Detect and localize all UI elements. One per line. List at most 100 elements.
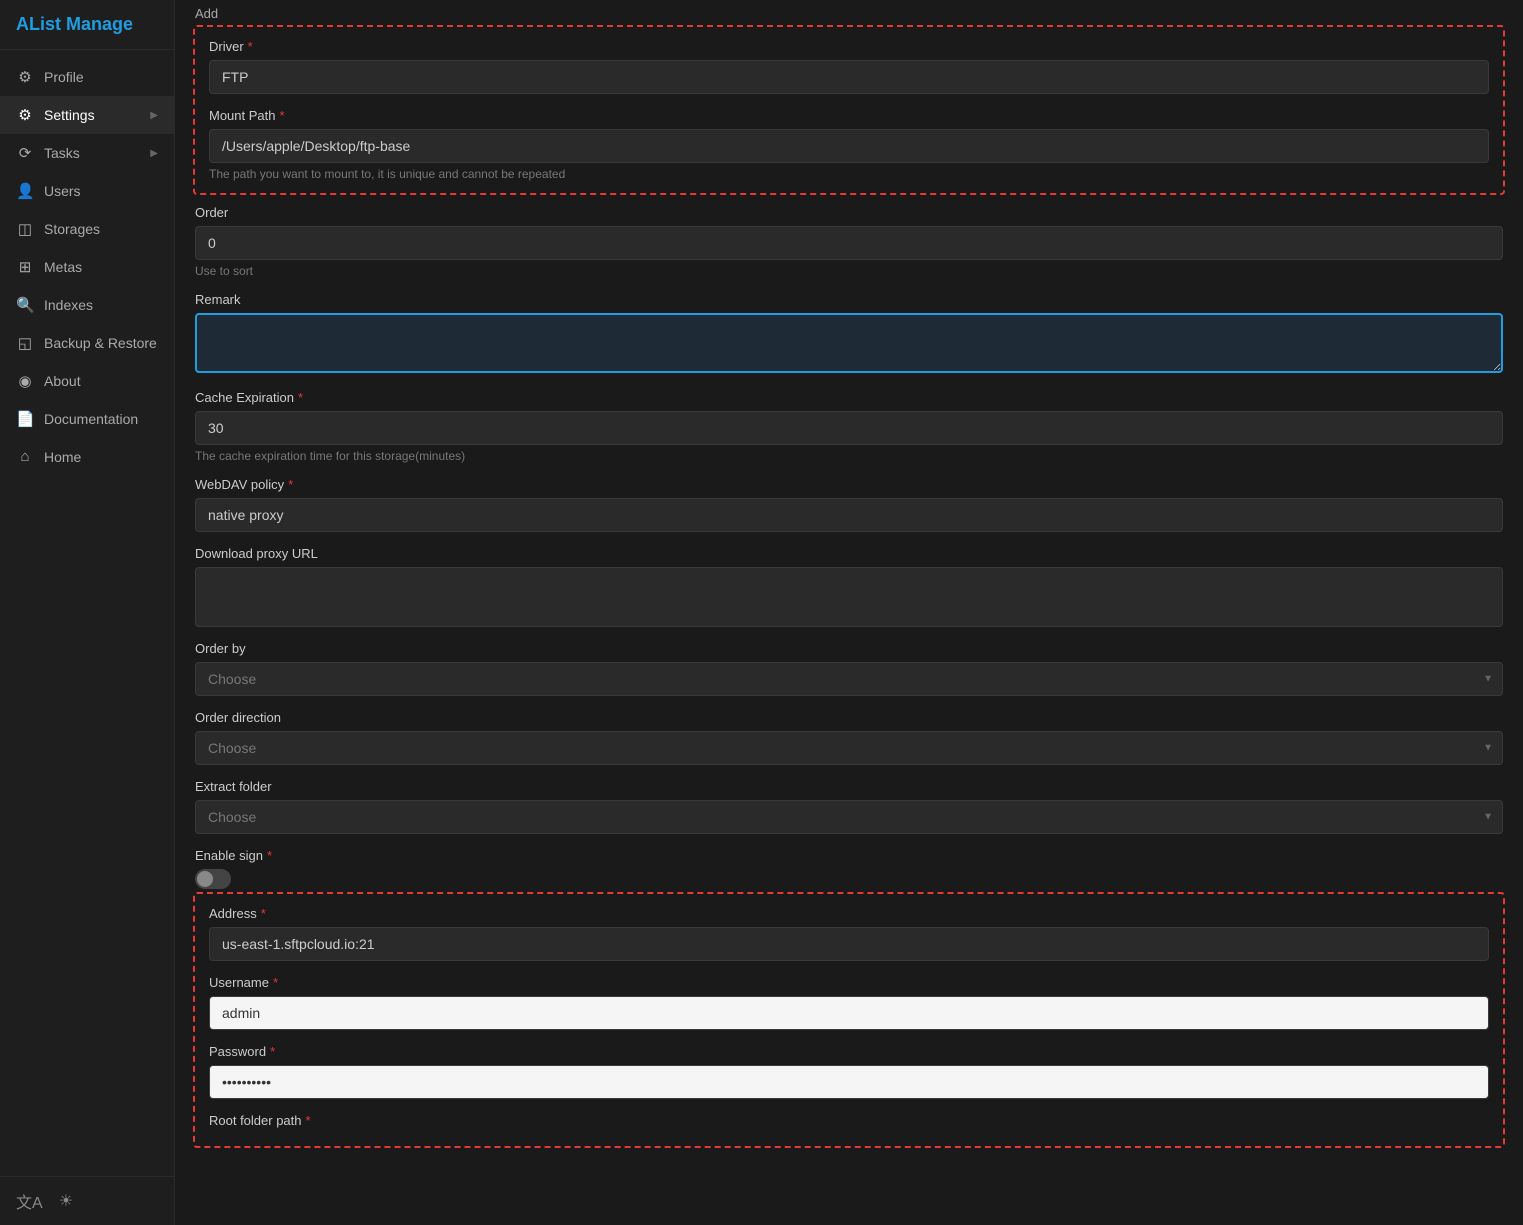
backup-icon: ◱ bbox=[16, 334, 34, 352]
extract-folder-field-group: Extract folder Choose bbox=[195, 779, 1503, 834]
enable-sign-toggle[interactable] bbox=[195, 869, 231, 889]
mount-path-label: Mount Path * bbox=[209, 108, 1489, 123]
sidebar-item-label: Users bbox=[44, 183, 158, 199]
remark-textarea[interactable] bbox=[195, 313, 1503, 373]
sidebar-item-label: Home bbox=[44, 449, 158, 465]
order-field-group: Order Use to sort bbox=[195, 205, 1503, 278]
sidebar-bottom: 文A ☀ bbox=[0, 1176, 174, 1225]
sidebar-item-label: Tasks bbox=[44, 145, 140, 161]
sidebar-item-metas[interactable]: ⊞ Metas bbox=[0, 248, 174, 286]
sidebar-item-label: Storages bbox=[44, 221, 158, 237]
sidebar-item-label: About bbox=[44, 373, 158, 389]
sidebar-item-label: Indexes bbox=[44, 297, 158, 313]
theme-toggle-icon[interactable]: ☀ bbox=[59, 1191, 73, 1211]
cache-expiration-label: Cache Expiration * bbox=[195, 390, 1503, 405]
sidebar-nav: ⚙ Profile ⚙ Settings ▶ ⟳ Tasks ▶ 👤 Users… bbox=[0, 50, 174, 1176]
driver-label: Driver * bbox=[209, 39, 1489, 54]
sidebar-item-tasks[interactable]: ⟳ Tasks ▶ bbox=[0, 134, 174, 172]
extract-folder-label: Extract folder bbox=[195, 779, 1503, 794]
webdav-policy-input[interactable] bbox=[195, 498, 1503, 532]
order-label: Order bbox=[195, 205, 1503, 220]
profile-icon: ⚙ bbox=[16, 68, 34, 86]
main-content: Add Driver * Mount Path * The path you w… bbox=[175, 0, 1523, 1225]
bottom-section-wrapper: Address * Username * Password * bbox=[175, 892, 1523, 1168]
webdav-policy-label: WebDAV policy * bbox=[195, 477, 1503, 492]
chevron-right-icon: ▶ bbox=[150, 148, 158, 159]
sidebar-item-label: Metas bbox=[44, 259, 158, 275]
mount-path-required-marker: * bbox=[280, 108, 285, 123]
sidebar-item-label: Profile bbox=[44, 69, 158, 85]
enable-sign-field-group: Enable sign * bbox=[195, 848, 1503, 892]
order-by-select-wrapper: Choose bbox=[195, 662, 1503, 696]
password-input[interactable] bbox=[209, 1065, 1489, 1099]
order-by-select[interactable]: Choose bbox=[195, 662, 1503, 696]
sidebar-item-label: Settings bbox=[44, 107, 140, 123]
metas-icon: ⊞ bbox=[16, 258, 34, 276]
webdav-required-marker: * bbox=[288, 477, 293, 492]
chevron-right-icon: ▶ bbox=[150, 110, 158, 121]
root-folder-path-field-group: Root folder path * bbox=[209, 1113, 1489, 1128]
cache-hint: The cache expiration time for this stora… bbox=[195, 449, 1503, 463]
sidebar-item-about[interactable]: ◉ About bbox=[0, 362, 174, 400]
order-direction-label: Order direction bbox=[195, 710, 1503, 725]
user-icon: 👤 bbox=[16, 182, 34, 200]
sidebar-item-documentation[interactable]: 📄 Documentation bbox=[0, 400, 174, 438]
extract-folder-select[interactable]: Choose bbox=[195, 800, 1503, 834]
sidebar-item-users[interactable]: 👤 Users bbox=[0, 172, 174, 210]
sidebar-item-profile[interactable]: ⚙ Profile bbox=[0, 58, 174, 96]
driver-required-marker: * bbox=[248, 39, 253, 54]
download-proxy-url-label: Download proxy URL bbox=[195, 546, 1503, 561]
order-section: Order Use to sort Remark Cache Expiratio… bbox=[175, 195, 1523, 892]
enable-sign-label: Enable sign * bbox=[195, 848, 1503, 863]
address-input[interactable] bbox=[209, 927, 1489, 961]
indexes-icon: 🔍 bbox=[16, 296, 34, 314]
cache-expiration-input[interactable] bbox=[195, 411, 1503, 445]
username-label: Username * bbox=[209, 975, 1489, 990]
storage-icon: ◫ bbox=[16, 220, 34, 238]
remark-label: Remark bbox=[195, 292, 1503, 307]
toggle-slider bbox=[195, 869, 231, 889]
tasks-icon: ⟳ bbox=[16, 144, 34, 162]
address-label: Address * bbox=[209, 906, 1489, 921]
sidebar-item-indexes[interactable]: 🔍 Indexes bbox=[0, 286, 174, 324]
enable-sign-required-marker: * bbox=[267, 848, 272, 863]
download-proxy-url-input[interactable] bbox=[195, 567, 1503, 627]
order-input[interactable] bbox=[195, 226, 1503, 260]
sidebar: AList Manage ⚙ Profile ⚙ Settings ▶ ⟳ Ta… bbox=[0, 0, 175, 1225]
mount-path-hint: The path you want to mount to, it is uni… bbox=[209, 167, 1489, 181]
remark-field-group: Remark bbox=[195, 292, 1503, 376]
sidebar-item-label: Backup & Restore bbox=[44, 335, 158, 351]
cache-required-marker: * bbox=[298, 390, 303, 405]
extract-folder-select-wrapper: Choose bbox=[195, 800, 1503, 834]
address-required-marker: * bbox=[261, 906, 266, 921]
mount-path-field-group: Mount Path * The path you want to mount … bbox=[209, 108, 1489, 181]
username-required-marker: * bbox=[273, 975, 278, 990]
username-input[interactable] bbox=[209, 996, 1489, 1030]
sidebar-item-settings[interactable]: ⚙ Settings ▶ bbox=[0, 96, 174, 134]
top-area: Add Driver * Mount Path * The path you w… bbox=[175, 0, 1523, 195]
top-red-border-section: Driver * Mount Path * The path you want … bbox=[193, 25, 1505, 195]
username-field-group: Username * bbox=[209, 975, 1489, 1030]
sidebar-item-home[interactable]: ⌂ Home bbox=[0, 438, 174, 475]
driver-field-group: Driver * bbox=[209, 39, 1489, 94]
download-proxy-url-field-group: Download proxy URL bbox=[195, 546, 1503, 627]
add-label: Add bbox=[195, 0, 1503, 25]
sidebar-item-storages[interactable]: ◫ Storages bbox=[0, 210, 174, 248]
order-direction-select[interactable]: Choose bbox=[195, 731, 1503, 765]
order-direction-select-wrapper: Choose bbox=[195, 731, 1503, 765]
password-label: Password * bbox=[209, 1044, 1489, 1059]
sidebar-item-backup[interactable]: ◱ Backup & Restore bbox=[0, 324, 174, 362]
bottom-red-border-section: Address * Username * Password * bbox=[193, 892, 1505, 1148]
settings-icon: ⚙ bbox=[16, 106, 34, 124]
root-folder-path-label: Root folder path * bbox=[209, 1113, 1489, 1128]
order-direction-field-group: Order direction Choose bbox=[195, 710, 1503, 765]
address-field-group: Address * bbox=[209, 906, 1489, 961]
webdav-policy-field-group: WebDAV policy * bbox=[195, 477, 1503, 532]
mount-path-input[interactable] bbox=[209, 129, 1489, 163]
root-folder-required-marker: * bbox=[306, 1113, 311, 1128]
translate-icon[interactable]: 文A bbox=[16, 1189, 43, 1213]
password-required-marker: * bbox=[270, 1044, 275, 1059]
order-by-label: Order by bbox=[195, 641, 1503, 656]
driver-input[interactable] bbox=[209, 60, 1489, 94]
docs-icon: 📄 bbox=[16, 410, 34, 428]
